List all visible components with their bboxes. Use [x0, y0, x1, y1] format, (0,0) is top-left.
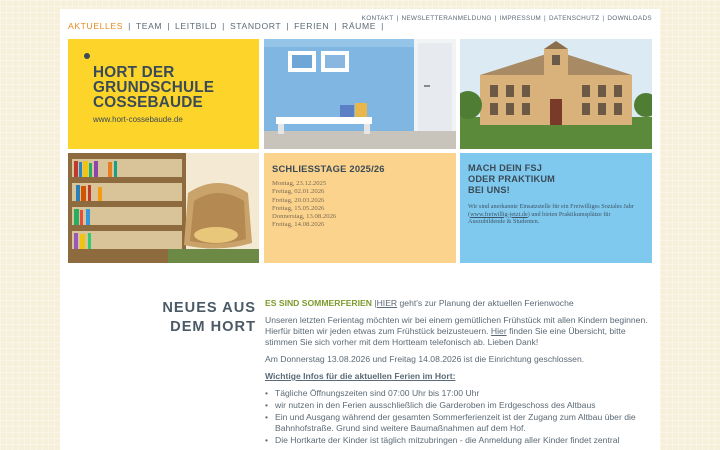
room-photo — [264, 39, 456, 149]
breakfast-paragraph: Unseren letzten Ferientag möchten wir be… — [265, 315, 650, 348]
meta-separator: | — [544, 15, 547, 22]
info-list: Tägliche Öffnungszeiten sind 07:00 Uhr b… — [265, 388, 650, 446]
room-photo-image — [264, 39, 456, 149]
meta-separator: | — [396, 15, 399, 22]
nav-item-ferien[interactable]: FERIEN — [294, 21, 329, 31]
nav-item-standort[interactable]: STANDORT — [230, 21, 281, 31]
nav-separator: | — [381, 21, 384, 31]
meta-separator: | — [602, 15, 605, 22]
building-photo — [460, 39, 652, 149]
logo-line: HORT DER — [93, 64, 175, 81]
fsj-text: Wir sind anerkannte Einsatzstelle für ei… — [468, 203, 648, 226]
building-photo-image — [460, 39, 652, 149]
news-heading-line: DEM HORT — [170, 319, 256, 335]
nav-item-leitbild[interactable]: LEITBILD — [175, 21, 217, 31]
list-item: Die Hortkarte der Kinder ist täglich mit… — [265, 435, 650, 446]
nav-separator: | — [222, 21, 225, 31]
nav-separator: | — [128, 21, 131, 31]
logo-tile[interactable]: HORT DER GRUNDSCHULE COSSEBAUDE www.hort… — [68, 39, 259, 149]
list-item: Ein und Ausgang während der gesamten Som… — [265, 412, 650, 434]
breakfast-overview-link[interactable]: Hier — [491, 326, 507, 336]
lead-rest: geht's zur Planung der aktuellen Ferienw… — [397, 298, 574, 308]
closing-day: Freitag, 15.05.2026 — [272, 204, 325, 212]
nav-separator: | — [334, 21, 338, 31]
news-lead: ES SIND SOMMERFERIEN |HIER geht's zur Pl… — [265, 298, 650, 309]
closing-day: Montag, 23.12.2025 — [272, 180, 327, 187]
meta-separator: | — [494, 15, 497, 22]
closing-days-title: SCHLIESSTAGE 2025/26 — [272, 163, 385, 174]
closing-day: Freitag, 14.08.2026 — [272, 221, 325, 229]
list-item: Tägliche Öffnungszeiten sind 07:00 Uhr b… — [265, 388, 650, 399]
holiday-plan-link[interactable]: HIER — [377, 298, 398, 308]
meta-nav: KONTAKT | NEWSLETTERANMELDUNG | IMPRESSU… — [362, 15, 652, 22]
meta-link-datenschutz[interactable]: DATENSCHUTZ — [549, 15, 599, 22]
closure-paragraph: Am Donnerstag 13.08.2026 und Freitag 14.… — [265, 354, 585, 364]
fsj-title-line: ODER PRAKTIKUM — [468, 174, 556, 184]
nav-item-team[interactable]: TEAM — [136, 21, 162, 31]
closing-day: Freitag, 02.01.2026 — [272, 188, 325, 196]
main-nav: AKTUELLES | TEAM | LEITBILD | STANDORT |… — [68, 21, 389, 31]
news-content: ES SIND SOMMERFERIEN |HIER geht's zur Pl… — [265, 298, 650, 447]
news-heading: NEUES AUS DEM HORT — [132, 299, 256, 337]
fsj-link[interactable]: www.freiwillig-jetzt.de — [470, 211, 528, 218]
fsj-title: MACH DEIN FSJ ODER PRAKTIKUM BEI UNS! — [468, 163, 555, 196]
logo-dot-icon — [84, 53, 90, 59]
page: AKTUELLES | TEAM | LEITBILD | STANDORT |… — [60, 9, 660, 450]
reading-corner-photo — [68, 153, 259, 263]
fsj-title-line: BEI UNS! — [468, 185, 510, 195]
meta-link-impressum[interactable]: IMPRESSUM — [500, 15, 541, 22]
nav-separator: | — [286, 21, 290, 31]
nav-item-aktuelles[interactable]: AKTUELLES — [68, 21, 123, 31]
news-heading-line: NEUES AUS — [162, 300, 256, 316]
meta-link-newsletter[interactable]: NEWSLETTERANMELDUNG — [401, 15, 491, 22]
meta-link-kontakt[interactable]: KONTAKT — [362, 15, 394, 22]
summer-holiday-headline: ES SIND SOMMERFERIEN — [265, 298, 372, 308]
closing-day: Freitag, 20.03.2026 — [272, 196, 325, 204]
fsj-title-line: MACH DEIN FSJ — [468, 163, 543, 173]
closing-days-box: SCHLIESSTAGE 2025/26 Montag, 23.12.2025 … — [264, 153, 456, 263]
closing-day: Donnerstag, 13.08.2026 — [272, 213, 337, 221]
list-item: wir nutzen in den Ferien ausschließlich … — [265, 400, 650, 411]
reading-corner-image — [68, 153, 259, 263]
logo-line: COSSEBAUDE — [93, 94, 203, 111]
logo-url: www.hort-cossebaude.de — [93, 115, 183, 124]
nav-item-raeume[interactable]: RÄUME — [342, 21, 376, 31]
fsj-box: MACH DEIN FSJ ODER PRAKTIKUM BEI UNS! Wi… — [460, 153, 652, 263]
logo-line: GRUNDSCHULE — [93, 79, 215, 96]
logo-title: HORT DER GRUNDSCHULE COSSEBAUDE — [93, 65, 214, 110]
info-heading: Wichtige Infos für die aktuellen Ferien … — [265, 371, 456, 381]
nav-separator: | — [167, 21, 171, 31]
closing-days-list: Montag, 23.12.2025 Freitag, 02.01.2026 F… — [272, 180, 336, 230]
meta-link-downloads[interactable]: DOWNLOADS — [607, 15, 652, 22]
